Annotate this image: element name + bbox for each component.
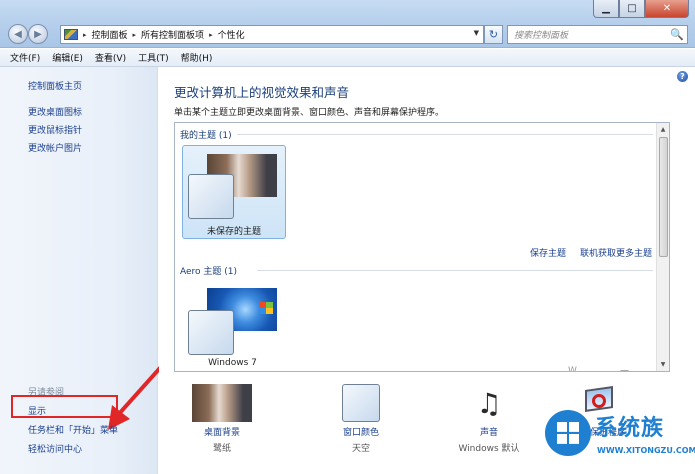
page-title: 更改计算机上的视觉效果和声音 — [174, 85, 350, 100]
page-subtitle: 单击某个主题立即更改桌面背景、窗口颜色、声音和屏幕保护程序。 — [174, 108, 445, 118]
theme-name: Windows 7 — [208, 358, 257, 368]
setting-value: Windows 默认 — [458, 444, 520, 454]
forward-button[interactable]: ▶ — [28, 24, 48, 44]
breadcrumb-all-items[interactable]: 所有控制面板项 — [141, 28, 204, 41]
divider — [237, 134, 653, 135]
setting-label[interactable]: 窗口颜色 — [321, 425, 401, 438]
chevron-down-icon[interactable]: ▼ — [474, 29, 479, 37]
left-navigation: 控制面板主页 更改桌面图标 更改鼠标指针 更改帐户图片 另请参阅 显示 任务栏和… — [0, 67, 187, 474]
my-themes-heading: 我的主题 (1) — [180, 131, 232, 141]
scroll-down-icon[interactable]: ▼ — [657, 358, 669, 371]
get-more-themes-link[interactable]: 联机获取更多主题 — [580, 246, 652, 259]
menu-tools[interactable]: 工具(T) — [132, 51, 175, 64]
ease-of-access-link[interactable]: 轻松访问中心 — [28, 442, 82, 455]
watermark-url: WWW.XITONGZU.COM — [597, 446, 695, 455]
change-account-picture-link[interactable]: 更改帐户图片 — [28, 141, 82, 154]
theme-name: 未保存的主题 — [206, 227, 261, 237]
search-input[interactable]: 搜索控制面板 — [514, 28, 667, 41]
minimize-button[interactable]: ▁ — [593, 0, 619, 18]
theme-list[interactable]: 我的主题 (1) 未保存的主题 保存主题 联机获取更多主题 Aero 主题 (1… — [174, 122, 670, 372]
windows-logo-icon — [545, 410, 591, 456]
close-button[interactable]: ✕ — [645, 0, 689, 18]
vertical-scrollbar[interactable]: ▲ ▼ — [656, 123, 669, 371]
menu-edit[interactable]: 编辑(E) — [46, 51, 89, 64]
change-mouse-pointers-link[interactable]: 更改鼠标指针 — [28, 123, 82, 136]
aero-themes-heading: Aero 主题 (1) — [180, 267, 238, 277]
menu-bar: 文件(F) 编辑(E) 查看(V) 工具(T) 帮助(H) — [0, 49, 695, 67]
windows-logo-icon — [259, 302, 273, 314]
setting-value: 鹭纸 — [212, 444, 231, 454]
change-desktop-icons-link[interactable]: 更改桌面图标 — [28, 105, 82, 118]
breadcrumb-personalization[interactable]: 个性化 — [218, 28, 245, 41]
scroll-thumb[interactable] — [659, 137, 668, 257]
breadcrumb-separator: ▸ — [83, 30, 87, 39]
menu-view[interactable]: 查看(V) — [89, 51, 132, 64]
help-icon[interactable]: ? — [677, 71, 688, 82]
breadcrumb-control-panel[interactable]: 控制面板 — [92, 28, 128, 41]
search-box[interactable]: 搜索控制面板 🔍 — [507, 25, 688, 44]
taskbar-start-menu-link[interactable]: 任务栏和「开始」菜单 — [28, 423, 118, 436]
watermark: 系统族 WWW.XITONGZU.COM — [545, 402, 695, 474]
watermark-title: 系统族 — [595, 416, 665, 441]
color-swatch-icon — [342, 384, 380, 422]
divider — [257, 270, 653, 271]
sounds-setting[interactable]: ♫ 声音 Windows 默认 — [449, 384, 529, 455]
setting-label[interactable]: 声音 — [449, 425, 529, 438]
window-controls: ▁ □ ✕ — [593, 0, 689, 18]
display-link[interactable]: 显示 — [28, 404, 46, 417]
theme-name-partial: — — [620, 366, 629, 372]
scroll-up-icon[interactable]: ▲ — [657, 123, 669, 136]
breadcrumb-separator: ▸ — [132, 30, 137, 39]
unsaved-theme-tile[interactable]: 未保存的主题 — [182, 145, 286, 239]
theme-color-swatch — [188, 310, 234, 355]
window-color-setting[interactable]: 窗口颜色 天空 — [321, 384, 401, 454]
title-bar: ▁ □ ✕ ◀ ▶ ▸ 控制面板 ▸ 所有控制面板项 ▸ 个性化 ▼ ↻ 搜索控… — [0, 0, 695, 48]
setting-value: 天空 — [351, 444, 370, 454]
theme-name-partial: W — [568, 366, 577, 372]
search-icon[interactable]: 🔍 — [667, 28, 687, 41]
wallpaper-thumbnail — [192, 384, 252, 422]
theme-color-swatch — [188, 174, 234, 219]
control-panel-icon — [64, 29, 78, 40]
breadcrumb-separator: ▸ — [209, 30, 213, 39]
setting-label[interactable]: 桌面背景 — [182, 425, 262, 438]
desktop-background-setting[interactable]: 桌面背景 鹭纸 — [182, 384, 262, 454]
control-panel-home-link[interactable]: 控制面板主页 — [28, 79, 82, 92]
save-theme-link[interactable]: 保存主题 — [530, 246, 566, 259]
menu-file[interactable]: 文件(F) — [4, 51, 46, 64]
refresh-button[interactable]: ↻ — [484, 25, 503, 44]
music-notes-icon: ♫ — [476, 386, 502, 420]
theme-name-partial: . — [480, 366, 483, 372]
address-bar[interactable]: ▸ 控制面板 ▸ 所有控制面板项 ▸ 个性化 ▼ — [60, 25, 484, 44]
back-button[interactable]: ◀ — [8, 24, 28, 44]
maximize-button[interactable]: □ — [619, 0, 645, 18]
windows7-theme-tile[interactable]: Windows 7 — [185, 288, 280, 368]
menu-help[interactable]: 帮助(H) — [175, 51, 219, 64]
